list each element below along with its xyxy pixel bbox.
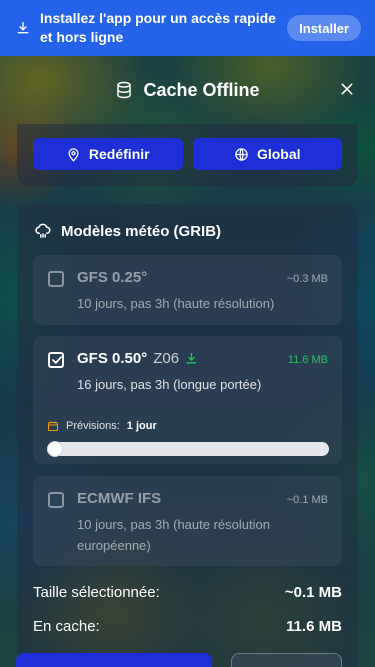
map-pin-icon — [68, 147, 79, 162]
model-name-text: ECMWF IFS — [77, 490, 162, 507]
model-checkbox-checked[interactable] — [48, 352, 64, 368]
secondary-button[interactable] — [231, 653, 342, 667]
slider-thumb[interactable] — [47, 441, 63, 457]
modal-title: Cache Offline — [143, 79, 260, 100]
close-button[interactable] — [337, 80, 357, 100]
global-area-button[interactable]: Global — [192, 138, 342, 170]
install-message: Installez l'app pour un accès rapide et … — [40, 10, 276, 45]
offline-cache-modal: Cache Offline Redéfinir Global Modèles m… — [0, 56, 375, 667]
reset-area-label: Redéfinir — [88, 146, 150, 162]
model-name-text: GFS 0.25° — [77, 269, 148, 286]
cache-size-value: 11.6 MB — [286, 618, 342, 635]
cache-size-row: En cache: 11.6 MB — [33, 618, 342, 635]
install-banner: Installez l'app pour un accès rapide et … — [0, 0, 375, 56]
model-size: ~0.1 MB — [286, 494, 328, 506]
model-description: 10 jours, pas 3h (haute résolution europ… — [77, 517, 270, 553]
model-checkbox[interactable] — [48, 492, 64, 508]
weather-models-panel: Modèles météo (GRIB) GFS 0.25° ~0.3 MB 1… — [17, 204, 358, 667]
reset-area-button[interactable]: Redéfinir — [33, 138, 183, 170]
model-size: 11.6 MB — [287, 354, 328, 366]
cloud-rain-icon — [35, 223, 51, 238]
model-name: ECMWF IFS — [77, 490, 161, 507]
model-run: Z06 — [153, 350, 180, 367]
model-checkbox[interactable] — [48, 271, 64, 287]
database-icon — [117, 81, 132, 99]
selected-size-label: Taille sélectionnée: — [33, 584, 160, 601]
calendar-icon — [48, 421, 58, 431]
model-name-text: GFS 0.50° — [77, 350, 148, 367]
forecast-row: Prévisions: 1 jour — [47, 420, 157, 432]
area-actions-panel: Redéfinir Global — [17, 124, 358, 186]
model-size: ~0.3 MB — [286, 273, 328, 285]
model-name: GFS 0.50° Z06 — [77, 350, 198, 367]
close-icon — [341, 83, 353, 94]
globe-icon — [235, 147, 248, 161]
download-button[interactable] — [16, 653, 212, 667]
install-button[interactable]: Installer — [287, 15, 361, 41]
model-card-gfs-050[interactable]: GFS 0.50° Z06 11.6 MB 16 jours, pas 3h (… — [33, 336, 342, 464]
modal-header: Cache Offline — [0, 56, 375, 124]
selected-size-row: Taille sélectionnée: ~0.1 MB — [33, 584, 342, 601]
download-icon — [17, 22, 29, 34]
global-area-label: Global — [256, 146, 301, 162]
model-card-gfs-025[interactable]: GFS 0.25° ~0.3 MB 10 jours, pas 3h (haut… — [33, 255, 342, 325]
model-description: 16 jours, pas 3h (longue portée) — [77, 377, 262, 392]
section-title: Modèles météo (GRIB) — [33, 222, 221, 240]
selected-size-value: ~0.1 MB — [284, 584, 342, 601]
model-card-ecmwf-ifs[interactable]: ECMWF IFS ~0.1 MB 10 jours, pas 3h (haut… — [33, 476, 342, 566]
forecast-value: 1 jour — [126, 420, 157, 432]
downloaded-icon — [186, 352, 197, 364]
section-title-text: Modèles météo (GRIB) — [61, 222, 222, 240]
model-name: GFS 0.25° — [77, 269, 147, 286]
forecast-label: Prévisions: — [66, 420, 120, 432]
model-description: 10 jours, pas 3h (haute résolution) — [77, 296, 275, 311]
check-icon — [52, 356, 62, 364]
forecast-slider[interactable] — [47, 441, 329, 457]
cache-size-label: En cache: — [33, 618, 100, 635]
